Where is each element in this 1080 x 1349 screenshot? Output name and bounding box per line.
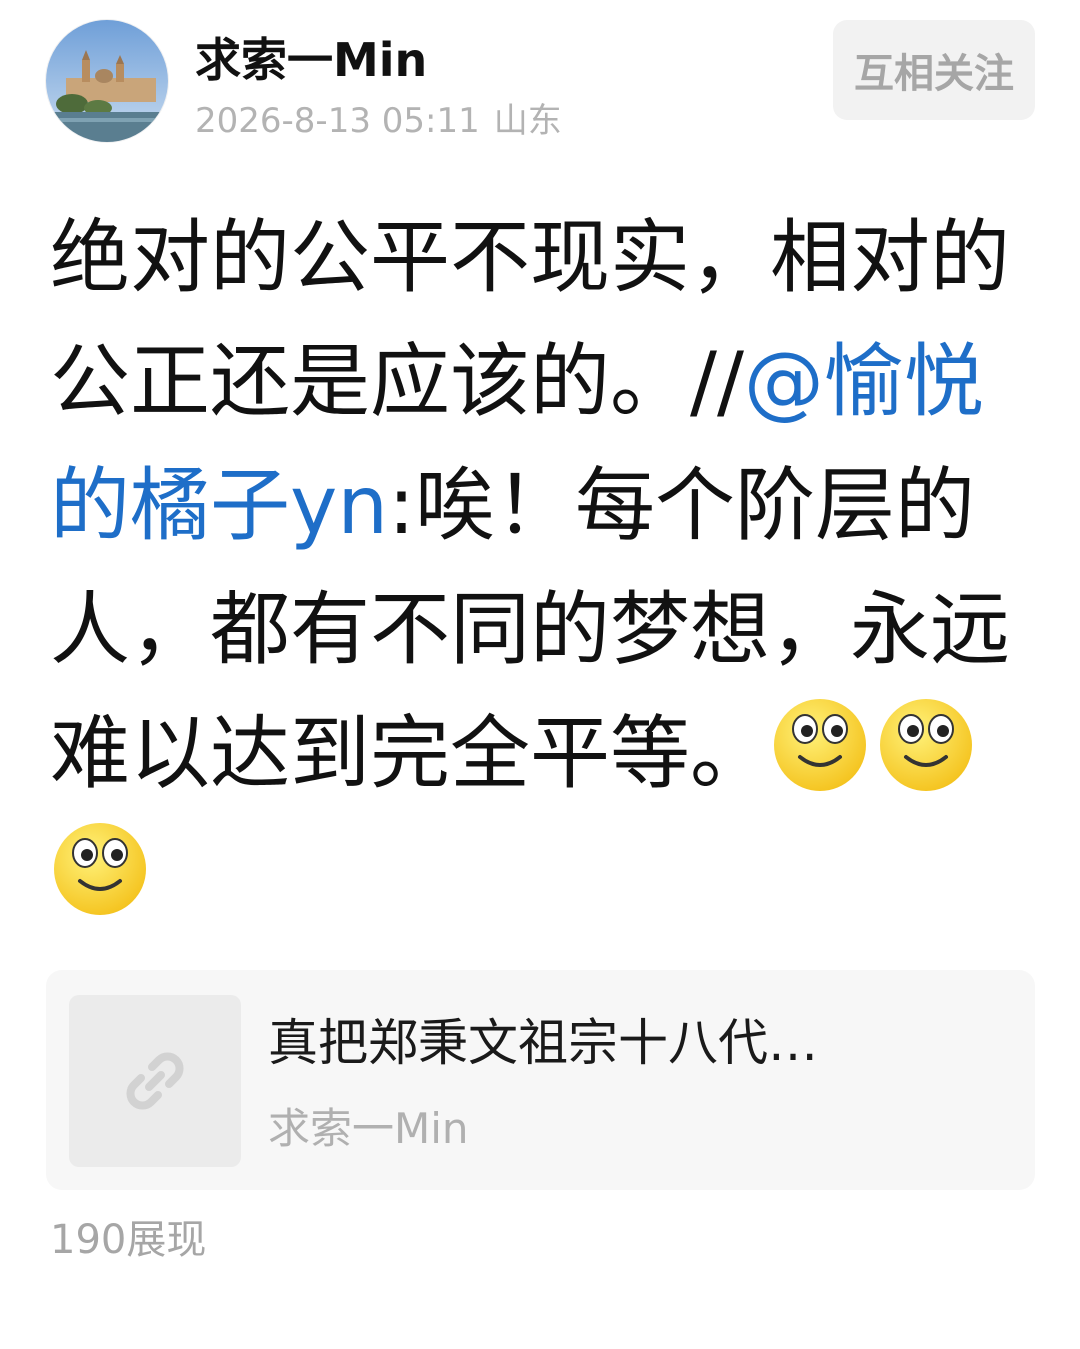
link-icon: [126, 1052, 184, 1110]
post-meta: 2026-8-13 05:11 山东: [195, 98, 562, 144]
smile-emoji-icon: [876, 693, 976, 793]
post-text: 绝对的公平不现实，相对的公正还是应该的。//@愉悦的橘子yn:唉！每个阶层的人，…: [50, 196, 1040, 940]
link-card-title: 真把郑秉文祖宗十八代…: [268, 1014, 818, 1072]
link-thumbnail: [69, 995, 241, 1167]
link-card-source: 求索一Min: [268, 1104, 469, 1153]
avatar-landscape-icon: [46, 20, 168, 142]
link-card[interactable]: 真把郑秉文祖宗十八代… 求索一Min: [46, 970, 1035, 1190]
avatar[interactable]: [46, 20, 168, 142]
smile-emoji-icon: [50, 817, 150, 917]
follow-button[interactable]: 互相关注: [833, 20, 1035, 120]
post-location: 山东: [493, 101, 562, 141]
post-timestamp: 2026-8-13 05:11: [195, 101, 480, 141]
author-name[interactable]: 求索一Min: [195, 28, 427, 92]
smile-emoji-icon: [770, 693, 870, 793]
view-count: 190展现: [50, 1217, 207, 1263]
